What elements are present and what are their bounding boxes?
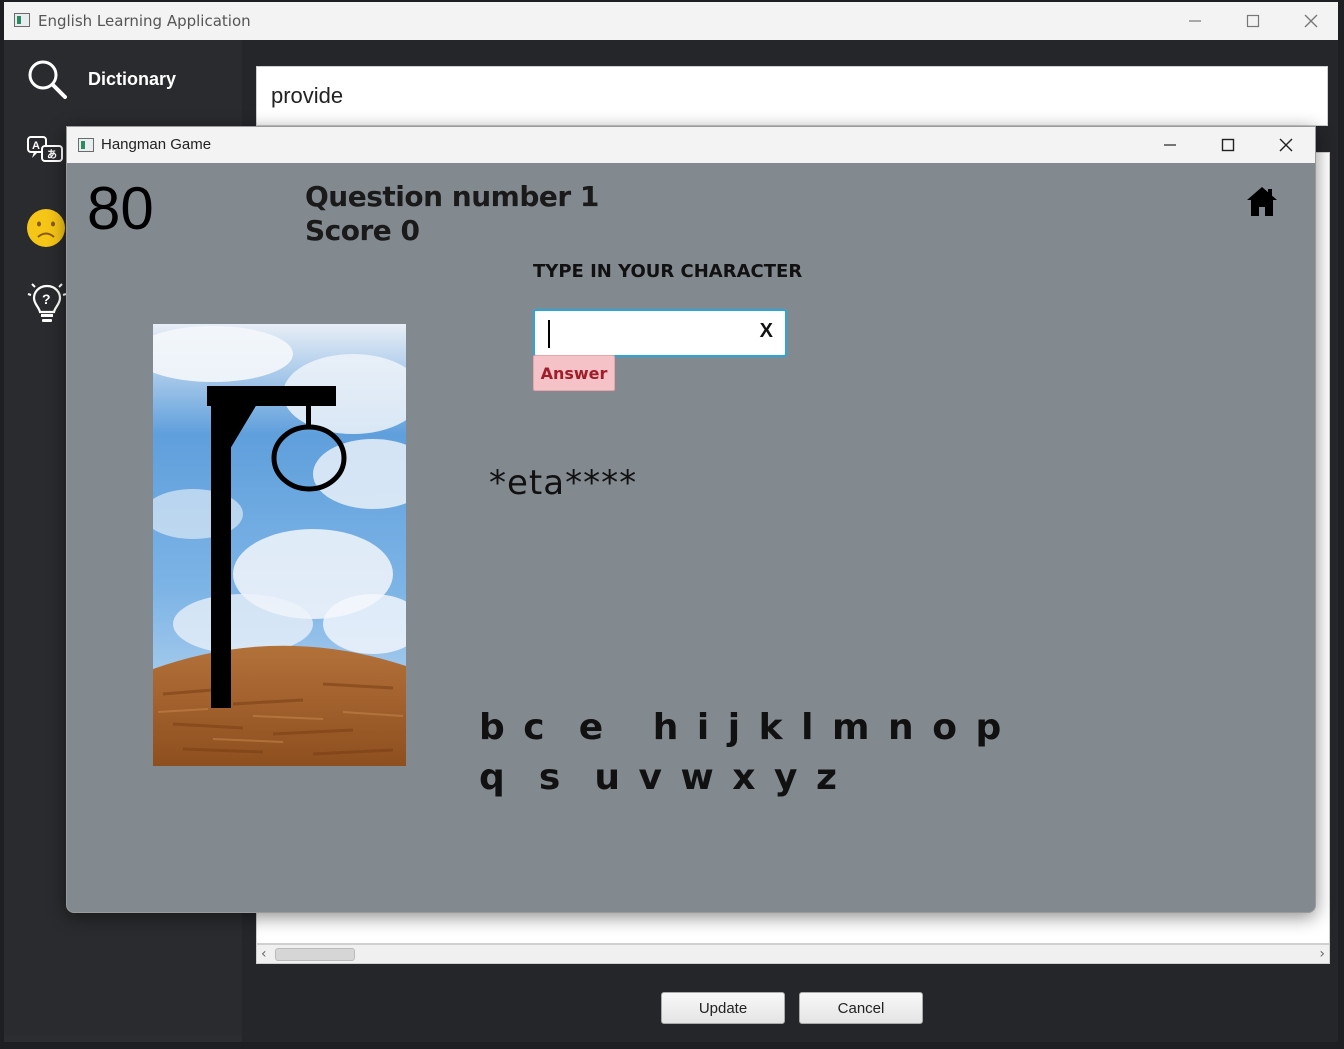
gallows-image <box>153 324 406 766</box>
cancel-button[interactable]: Cancel <box>799 992 923 1024</box>
app-icon <box>14 13 30 27</box>
scroll-left-icon[interactable]: ‹ <box>261 945 267 963</box>
score-label: Score 0 <box>305 214 420 247</box>
close-icon <box>1279 138 1293 152</box>
maximize-icon <box>1246 14 1260 28</box>
masked-word: *eta**** <box>489 463 638 503</box>
lightbulb-question-icon: ? <box>27 283 67 322</box>
translate-icon: A あ <box>27 136 63 162</box>
clear-input-button[interactable]: X <box>760 320 773 343</box>
text-caret <box>548 320 550 348</box>
answer-button[interactable]: Answer <box>533 355 615 391</box>
hangman-window-title: Hangman Game <box>101 136 212 153</box>
svg-text:?: ? <box>42 291 51 307</box>
home-icon[interactable] <box>1245 185 1279 219</box>
scroll-right-icon[interactable]: › <box>1319 945 1325 963</box>
question-number: Question number 1 <box>305 180 599 213</box>
main-window-title: English Learning Application <box>38 12 251 30</box>
sidebar-item-dictionary[interactable]: Dictionary <box>26 58 176 100</box>
search-input[interactable]: provide <box>256 66 1328 126</box>
minimize-icon <box>1189 20 1201 22</box>
remaining-letters-row-1: b c e h i j k l m n o p <box>479 707 1005 748</box>
svg-text:A: A <box>32 140 40 152</box>
dialog-minimize-button[interactable] <box>1141 127 1199 163</box>
close-icon <box>1304 14 1318 28</box>
hangman-titlebar: Hangman Game <box>67 127 1315 163</box>
hangman-dialog: Hangman Game 80 Question number 1 Score … <box>66 126 1316 913</box>
sidebar-item-game[interactable] <box>26 208 66 248</box>
sad-face-icon <box>27 209 65 247</box>
input-prompt: TYPE IN YOUR CHARACTER <box>533 261 803 282</box>
update-button[interactable]: Update <box>661 992 785 1024</box>
remaining-letters-row-2: q s u v w x y z <box>479 757 840 798</box>
dialog-maximize-button[interactable] <box>1199 127 1257 163</box>
search-icon <box>28 60 67 99</box>
app-icon <box>78 138 94 152</box>
minimize-icon <box>1164 144 1176 146</box>
main-titlebar: English Learning Application <box>4 2 1338 40</box>
dialog-close-button[interactable] <box>1257 127 1315 163</box>
maximize-button[interactable] <box>1224 2 1282 40</box>
sidebar-item-tips[interactable]: ? <box>26 280 68 324</box>
minimize-button[interactable] <box>1166 2 1224 40</box>
horizontal-scrollbar[interactable]: ‹ › <box>256 944 1330 964</box>
sidebar-item-label: Dictionary <box>88 68 177 89</box>
svg-text:あ: あ <box>47 148 57 161</box>
close-button[interactable] <box>1282 2 1340 40</box>
scrollbar-thumb[interactable] <box>275 948 355 961</box>
sidebar-item-translate[interactable]: A あ <box>26 134 66 168</box>
maximize-icon <box>1221 138 1235 152</box>
countdown-timer: 80 <box>87 175 154 242</box>
character-input[interactable]: X <box>533 309 787 357</box>
